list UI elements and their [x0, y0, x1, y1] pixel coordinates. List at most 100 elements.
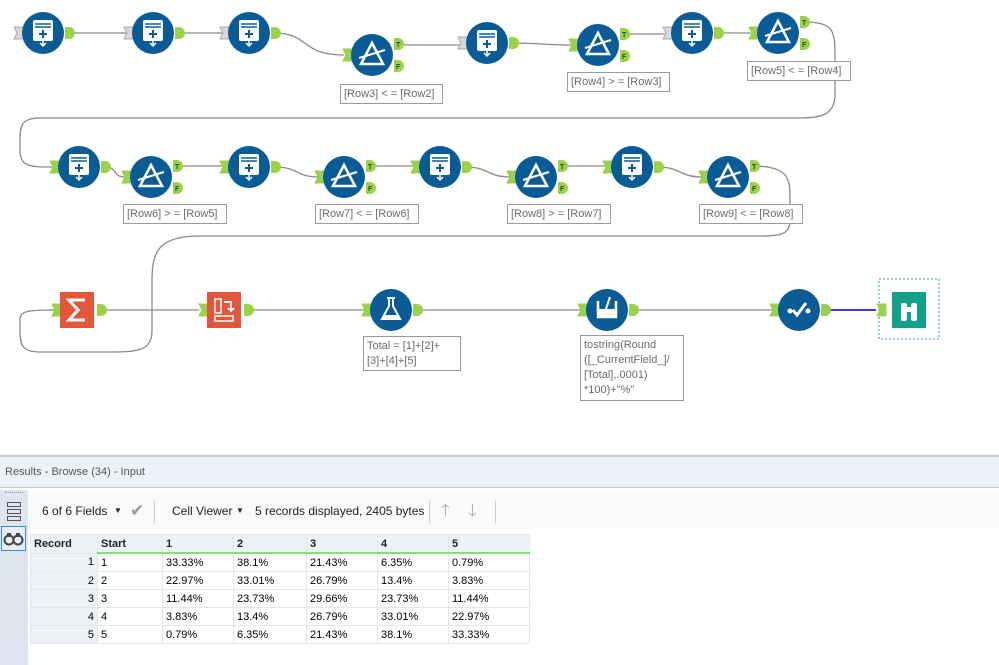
- filter-tool[interactable]: [757, 12, 799, 54]
- input-anchor[interactable]: [876, 303, 887, 317]
- table-row[interactable]: 1 1 33.33% 38.1% 21.43% 6.35% 0.79%: [30, 552, 530, 572]
- output-anchor[interactable]: [462, 161, 472, 173]
- table-cell[interactable]: 5: [97, 625, 163, 644]
- table-row[interactable]: 4 4 3.83% 13.4% 26.79% 33.01% 22.97%: [30, 607, 530, 626]
- table-cell[interactable]: 29.66%: [306, 589, 378, 608]
- output-anchor[interactable]: [629, 304, 639, 316]
- table-cell[interactable]: 13.4%: [377, 571, 449, 590]
- output-anchor[interactable]: [714, 27, 724, 39]
- column-header[interactable]: Start: [97, 534, 163, 554]
- table-cell[interactable]: 1: [97, 552, 163, 572]
- table-cell[interactable]: 3.83%: [162, 607, 234, 626]
- table-cell[interactable]: 2: [97, 571, 163, 590]
- binoculars-icon[interactable]: [1, 526, 26, 551]
- table-cell[interactable]: 23.73%: [377, 589, 449, 608]
- table-cell[interactable]: 11.44%: [448, 589, 530, 608]
- output-anchor-true[interactable]: T: [394, 38, 404, 50]
- output-anchor[interactable]: [821, 304, 831, 316]
- table-cell[interactable]: 21.43%: [306, 552, 378, 572]
- output-anchor-true[interactable]: T: [620, 28, 630, 40]
- output-anchor[interactable]: [65, 27, 75, 39]
- list-view-icon[interactable]: [7, 502, 21, 521]
- table-row[interactable]: 3 3 11.44% 23.73% 29.66% 23.73% 11.44%: [30, 589, 530, 608]
- output-anchor-true[interactable]: T: [750, 160, 760, 172]
- fields-selector[interactable]: 6 of 6 Fields: [42, 493, 107, 529]
- record-number[interactable]: 4: [30, 607, 98, 626]
- output-anchor[interactable]: [101, 161, 111, 173]
- record-number[interactable]: 1: [30, 552, 98, 572]
- output-anchor-false[interactable]: F: [750, 182, 760, 194]
- table-cell[interactable]: 3.83%: [448, 571, 530, 590]
- table-cell[interactable]: 22.97%: [162, 571, 234, 590]
- table-cell[interactable]: 21.43%: [306, 625, 378, 644]
- multi-row-formula-tool[interactable]: [419, 146, 461, 188]
- filter-tool[interactable]: [323, 156, 365, 198]
- output-anchor-false[interactable]: F: [394, 60, 404, 72]
- chevron-down-icon[interactable]: ▼: [114, 493, 122, 529]
- arrow-down-icon[interactable]: 🡓: [468, 493, 477, 529]
- multi-row-formula-tool[interactable]: [611, 146, 653, 188]
- filter-tool[interactable]: [130, 156, 172, 198]
- column-header[interactable]: 2: [233, 534, 307, 554]
- table-cell[interactable]: 11.44%: [162, 589, 234, 608]
- table-cell[interactable]: 26.79%: [306, 607, 378, 626]
- output-anchor-true[interactable]: T: [366, 160, 376, 172]
- filter-tool[interactable]: [577, 24, 619, 66]
- table-cell[interactable]: 0.79%: [448, 552, 530, 572]
- table-cell[interactable]: 6.35%: [233, 625, 307, 644]
- output-anchor-false[interactable]: F: [366, 182, 376, 194]
- table-cell[interactable]: 33.33%: [162, 552, 234, 572]
- output-anchor-true[interactable]: T: [173, 160, 183, 172]
- output-anchor[interactable]: [509, 37, 519, 49]
- multi-row-formula-tool[interactable]: [466, 22, 508, 64]
- table-cell[interactable]: 33.01%: [233, 571, 307, 590]
- multi-row-formula-tool[interactable]: [228, 12, 270, 54]
- output-anchor-false[interactable]: F: [800, 38, 810, 50]
- filter-tool[interactable]: [515, 156, 557, 198]
- table-row[interactable]: 5 5 0.79% 6.35% 21.43% 38.1% 33.33%: [30, 625, 530, 644]
- record-number[interactable]: 5: [30, 625, 98, 644]
- checkmark-icon[interactable]: ✔: [130, 493, 144, 529]
- column-header[interactable]: Record: [30, 534, 98, 554]
- multi-row-formula-tool[interactable]: [58, 146, 100, 188]
- browse-tool[interactable]: [892, 292, 926, 328]
- multi-row-formula-tool[interactable]: [671, 12, 713, 54]
- multi-field-formula-tool[interactable]: [586, 289, 628, 331]
- arrow-up-icon[interactable]: 🡑: [441, 493, 450, 529]
- filter-tool[interactable]: [707, 156, 749, 198]
- table-cell[interactable]: 22.97%: [448, 607, 530, 626]
- column-header[interactable]: 5: [448, 534, 530, 554]
- table-cell[interactable]: 33.01%: [377, 607, 449, 626]
- table-cell[interactable]: 13.4%: [233, 607, 307, 626]
- multi-row-formula-tool[interactable]: [228, 146, 270, 188]
- chevron-down-icon[interactable]: ▼: [236, 493, 244, 529]
- table-cell[interactable]: 26.79%: [306, 571, 378, 590]
- multi-row-formula-tool[interactable]: [132, 12, 174, 54]
- formula-tool[interactable]: [370, 289, 412, 331]
- transpose-tool[interactable]: [207, 292, 241, 328]
- output-anchor[interactable]: [413, 304, 423, 316]
- column-header[interactable]: 1: [162, 534, 234, 554]
- output-anchor-false[interactable]: F: [558, 182, 568, 194]
- record-number[interactable]: 2: [30, 571, 98, 590]
- column-header[interactable]: 4: [377, 534, 449, 554]
- table-cell[interactable]: 33.33%: [448, 625, 530, 644]
- output-anchor[interactable]: [244, 304, 254, 316]
- output-anchor-true[interactable]: T: [800, 16, 810, 28]
- multi-row-formula-tool[interactable]: [22, 12, 64, 54]
- table-row[interactable]: 2 2 22.97% 33.01% 26.79% 13.4% 3.83%: [30, 571, 530, 590]
- table-cell[interactable]: 0.79%: [162, 625, 234, 644]
- column-header[interactable]: 3: [306, 534, 378, 554]
- output-anchor[interactable]: [175, 27, 185, 39]
- table-cell[interactable]: 3: [97, 589, 163, 608]
- output-anchor[interactable]: [97, 304, 107, 316]
- summarize-tool[interactable]: [60, 292, 94, 328]
- output-anchor[interactable]: [654, 161, 664, 173]
- table-cell[interactable]: 38.1%: [377, 625, 449, 644]
- grip-handle[interactable]: [5, 492, 23, 493]
- output-anchor-false[interactable]: F: [173, 182, 183, 194]
- output-anchor[interactable]: [271, 161, 281, 173]
- table-cell[interactable]: 38.1%: [233, 552, 307, 572]
- filter-tool[interactable]: [351, 34, 393, 76]
- table-cell[interactable]: 6.35%: [377, 552, 449, 572]
